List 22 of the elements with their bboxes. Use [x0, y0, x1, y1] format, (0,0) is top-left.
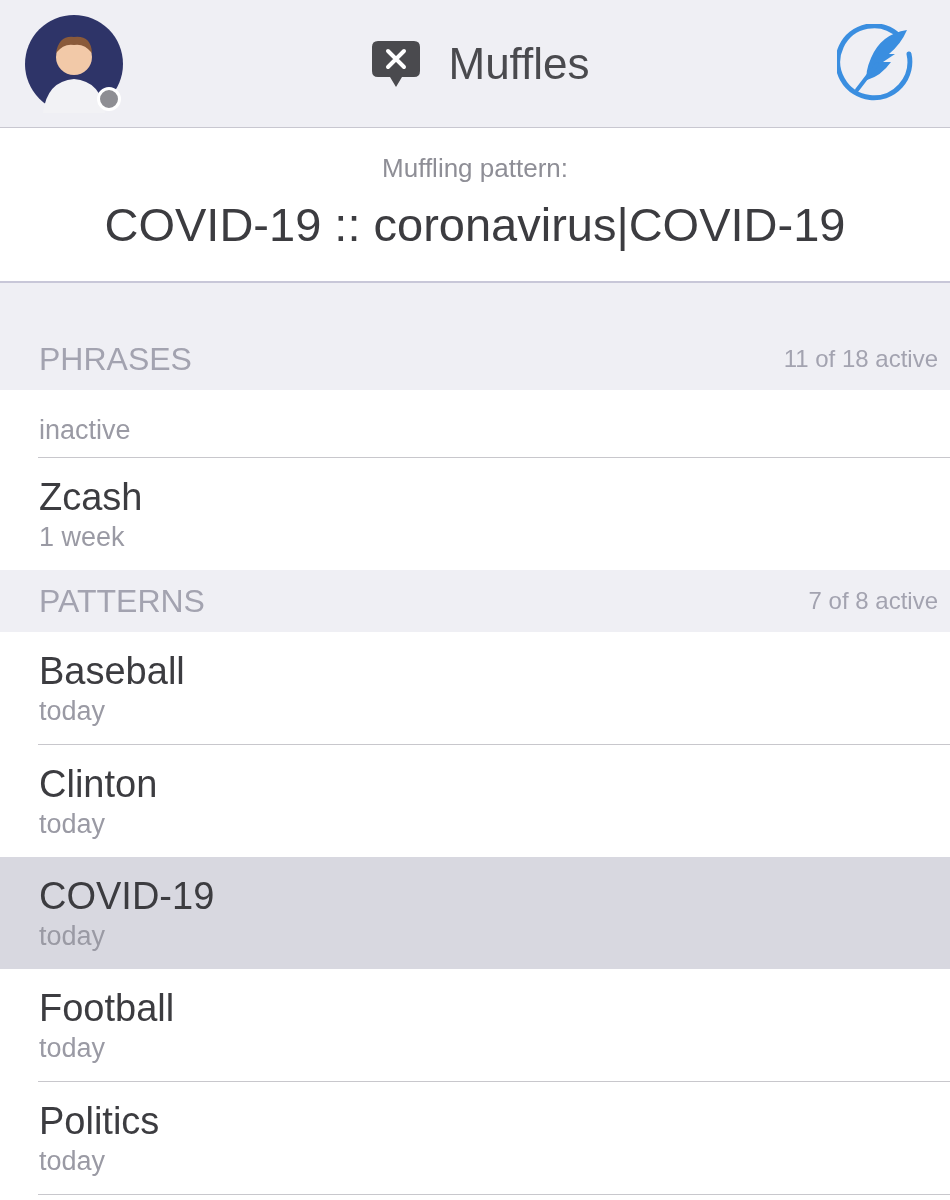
section-title: PHRASES: [39, 340, 192, 379]
row-subtitle: 1 week: [39, 521, 126, 554]
row-title: Clinton: [39, 762, 159, 807]
pattern-value: COVID-19 :: coronavirus|COVID-19: [104, 196, 846, 253]
section-count: 7 of 8 active: [808, 586, 938, 616]
nav-title: Muffles: [448, 37, 590, 90]
row-title: Politics: [39, 1099, 161, 1144]
row-title: Zcash: [39, 475, 144, 520]
row-title: Football: [39, 986, 176, 1031]
row-title: COVID-19: [39, 874, 216, 919]
row-subtitle: today: [39, 695, 107, 728]
section-count: 11 of 18 active: [783, 344, 938, 374]
row-subtitle: today: [39, 1032, 107, 1065]
section-title: PATTERNS: [39, 582, 205, 621]
muted-speech-bubble-icon: [370, 38, 423, 89]
row-subtitle: today: [39, 920, 107, 953]
row-subtitle: today: [39, 808, 107, 841]
row-subtitle: inactive: [39, 414, 132, 447]
row-subtitle: today: [39, 1145, 107, 1178]
list-row[interactable]: COVID-19 today: [0, 857, 950, 969]
row-title: Baseball: [39, 649, 186, 694]
pattern-label: Muffling pattern:: [382, 151, 568, 185]
